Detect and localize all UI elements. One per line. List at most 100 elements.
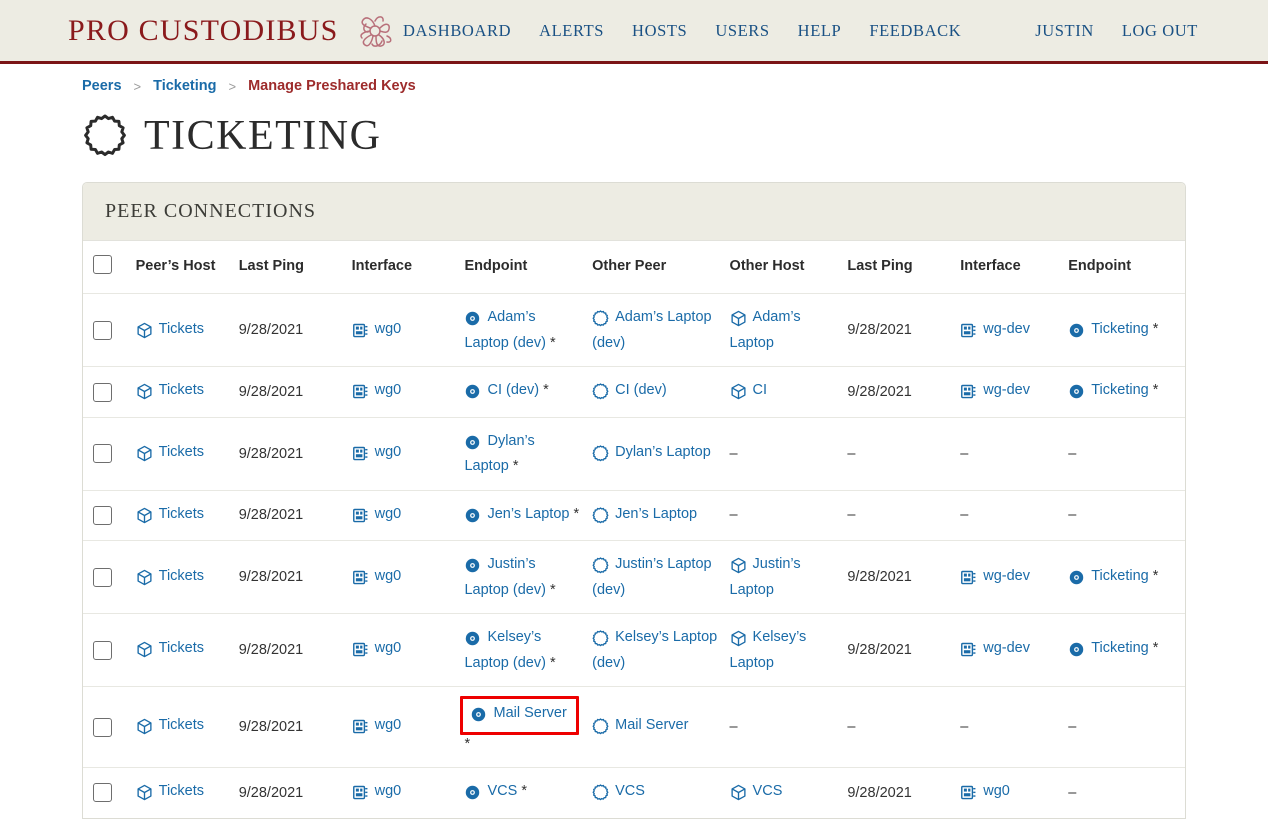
interface: wg0 <box>352 506 402 522</box>
chip-icon <box>352 568 372 590</box>
circle-dot-icon <box>464 556 484 578</box>
other-peer-link[interactable]: Dylan’s Laptop <box>615 444 711 460</box>
other-peer-link[interactable]: VCS <box>615 783 645 799</box>
other-host-link[interactable]: VCS <box>753 783 783 799</box>
peer-connections-table: Peer’s Host Last Ping Interface Endpoint… <box>83 239 1185 818</box>
other-peer-link[interactable]: Jen’s Laptop <box>615 506 697 522</box>
other-endpoint-link[interactable]: Ticketing <box>1091 568 1148 584</box>
nav-users[interactable]: USERS <box>715 21 769 41</box>
other-peer-link[interactable]: CI (dev) <box>615 382 667 398</box>
nav-help[interactable]: HELP <box>798 21 842 41</box>
interface-link[interactable]: wg0 <box>375 444 402 460</box>
other-endpoint-link[interactable]: Ticketing <box>1091 321 1148 337</box>
breadcrumb-separator: > <box>228 78 237 94</box>
interface-link[interactable]: wg0 <box>375 783 402 799</box>
cell-endpoint: Jen’s Laptop * <box>458 489 587 541</box>
other-endpoint-link[interactable]: Ticketing <box>1091 640 1148 656</box>
cell-other-peer: VCS <box>586 767 724 818</box>
last-ping-value: 9/28/2021 <box>238 322 304 339</box>
other-endpoint: – <box>1068 445 1077 462</box>
breadcrumb-item-peers[interactable]: Peers <box>82 78 122 94</box>
row-checkbox[interactable] <box>93 382 112 402</box>
other-peer-link[interactable]: Mail Server <box>615 717 688 733</box>
other-interface-link[interactable]: wg-dev <box>983 382 1030 398</box>
interface-link[interactable]: wg0 <box>375 640 402 656</box>
brand-logo[interactable]: PRO CUSTODIBUS <box>68 8 398 54</box>
gear-outline-icon <box>592 506 612 528</box>
cell-other-endpoint: Ticketing * <box>1062 613 1185 687</box>
cell-other-endpoint: – <box>1062 767 1185 818</box>
nav-log-out[interactable]: LOG OUT <box>1122 21 1198 41</box>
cell-other-host: – <box>723 489 842 541</box>
peers-host-link[interactable]: Tickets <box>159 506 204 522</box>
nav-dashboard[interactable]: DASHBOARD <box>403 21 511 41</box>
column-header-other-host: Other Host <box>723 239 842 294</box>
other-interface: wg-dev <box>960 568 1030 584</box>
peers-host-link[interactable]: Tickets <box>159 321 204 337</box>
cell-endpoint: Dylan’s Laptop * <box>458 416 587 491</box>
other-endpoint: Ticketing * <box>1068 321 1158 337</box>
interface-link[interactable]: wg0 <box>375 321 402 337</box>
table-row: Tickets 9/28/2021 wg0 CI (dev) * CI (dev) CI 9… <box>83 366 1185 418</box>
asterisk-marker: * <box>549 581 556 598</box>
peers-host: Tickets <box>136 506 204 522</box>
table-row: Tickets 9/28/2021 wg0 Adam’s Laptop (dev) *… <box>83 293 1185 367</box>
row-checkbox[interactable] <box>93 567 112 587</box>
chip-icon <box>352 444 372 466</box>
table-row: Tickets 9/28/2021 wg0 Justin’s Laptop (dev)… <box>83 540 1185 614</box>
cell-interface: wg0 <box>345 366 459 418</box>
interface-link[interactable]: wg0 <box>375 717 402 733</box>
row-checkbox[interactable] <box>93 640 112 660</box>
peers-host-link[interactable]: Tickets <box>159 717 204 733</box>
cell-endpoint: Mail Server * <box>458 686 587 768</box>
peers-host-link[interactable]: Tickets <box>159 783 204 799</box>
table-header-row: Peer’s Host Last Ping Interface Endpoint… <box>83 239 1185 294</box>
other-interface-link[interactable]: wg0 <box>983 783 1010 799</box>
other-host-link[interactable]: CI <box>753 382 768 398</box>
chip-icon <box>352 717 372 739</box>
other-endpoint-link[interactable]: Ticketing <box>1091 382 1148 398</box>
row-checkbox[interactable] <box>93 717 112 737</box>
gear-outline-icon <box>592 382 612 404</box>
chip-icon <box>352 783 372 805</box>
peers-host-link[interactable]: Tickets <box>159 568 204 584</box>
other-interface-link[interactable]: wg-dev <box>983 640 1030 656</box>
endpoint-link[interactable]: CI (dev) <box>487 382 539 398</box>
cube-icon <box>730 382 750 404</box>
nav-alerts[interactable]: ALERTS <box>539 21 604 41</box>
endpoint-link[interactable]: VCS <box>487 783 517 799</box>
peers-host-link[interactable]: Tickets <box>159 444 204 460</box>
nav-feedback[interactable]: FEEDBACK <box>869 21 961 41</box>
other-interface-link[interactable]: wg-dev <box>983 568 1030 584</box>
cell-last-ping: 9/28/2021 <box>232 686 346 768</box>
select-all-checkbox[interactable] <box>93 255 112 274</box>
interface-link[interactable]: wg0 <box>375 568 402 584</box>
page-title-row: TICKETING <box>0 94 1268 160</box>
circle-dot-icon <box>470 705 490 727</box>
breadcrumb: Peers > Ticketing > Manage Preshared Key… <box>0 64 1268 94</box>
peers-host-link[interactable]: Tickets <box>159 382 204 398</box>
row-checkbox[interactable] <box>93 444 112 464</box>
cube-icon <box>136 382 156 404</box>
other-interface: – <box>960 718 969 735</box>
interface-link[interactable]: wg0 <box>375 506 402 522</box>
endpoint-link[interactable]: Mail Server <box>493 705 566 721</box>
cell-interface: wg0 <box>345 489 459 541</box>
interface-link[interactable]: wg0 <box>375 382 402 398</box>
cell-interface: wg0 <box>345 767 459 818</box>
cell-endpoint: VCS * <box>458 767 587 818</box>
asterisk-marker: * <box>1152 567 1159 584</box>
endpoint: Jen’s Laptop * <box>464 506 579 522</box>
row-checkbox[interactable] <box>93 783 112 803</box>
table-row: Tickets 9/28/2021 wg0 Kelsey’s Laptop (dev)… <box>83 613 1185 687</box>
nav-hosts[interactable]: HOSTS <box>632 21 687 41</box>
column-header-interface: Interface <box>345 239 459 294</box>
endpoint-link[interactable]: Jen’s Laptop <box>487 506 569 522</box>
row-checkbox[interactable] <box>93 506 112 526</box>
cell-endpoint: Justin’s Laptop (dev) * <box>458 540 587 614</box>
row-checkbox[interactable] <box>93 320 112 340</box>
breadcrumb-item-ticketing[interactable]: Ticketing <box>153 78 216 94</box>
peers-host-link[interactable]: Tickets <box>159 640 204 656</box>
other-interface-link[interactable]: wg-dev <box>983 321 1030 337</box>
nav-user-justin[interactable]: JUSTIN <box>1035 21 1094 41</box>
